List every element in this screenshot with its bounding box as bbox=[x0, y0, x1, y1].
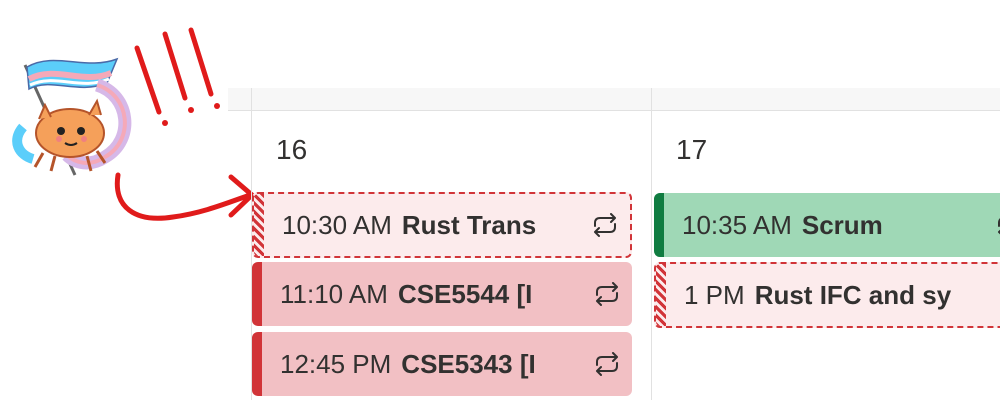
event-title: Rust Trans bbox=[401, 210, 537, 240]
repeat-icon bbox=[594, 213, 616, 237]
repeat-icon bbox=[998, 218, 1000, 235]
repeat-icon bbox=[596, 282, 618, 306]
event-status-bar bbox=[252, 332, 262, 396]
calendar-event[interactable]: 10:35 AM Scrum bbox=[654, 193, 1000, 257]
day-number[interactable]: 16 bbox=[276, 134, 307, 166]
calendar-event[interactable]: 12:45 PM CSE5343 [I bbox=[252, 332, 632, 396]
event-title: Scrum bbox=[801, 210, 883, 240]
event-status-bar bbox=[252, 262, 262, 326]
calendar-week-view: 16 10:30 AM Rust Trans 11:10 AM CSE5544 … bbox=[228, 88, 1000, 400]
calendar-event[interactable]: 1 PM Rust IFC and sy bbox=[654, 262, 1000, 328]
exclamation-marks-doodle bbox=[134, 27, 220, 126]
event-time: 12:45 PM bbox=[280, 349, 392, 379]
event-time: 10:30 AM bbox=[282, 210, 392, 240]
event-time: 10:35 AM bbox=[682, 210, 792, 240]
calendar-event[interactable]: 11:10 AM CSE5544 [I bbox=[252, 262, 632, 326]
column-divider bbox=[651, 88, 652, 400]
event-title: Rust IFC and sy bbox=[754, 280, 952, 310]
event-title: CSE5544 [I bbox=[397, 279, 533, 309]
event-status-bar bbox=[654, 193, 664, 257]
repeat-icon bbox=[596, 352, 618, 376]
event-time: 1 PM bbox=[684, 280, 745, 310]
event-status-bar bbox=[254, 194, 264, 256]
day-number[interactable]: 17 bbox=[676, 134, 707, 166]
event-time: 11:10 AM bbox=[280, 279, 388, 309]
calendar-header-strip bbox=[228, 88, 1000, 111]
event-status-bar bbox=[656, 264, 666, 326]
calendar-event[interactable]: 10:30 AM Rust Trans bbox=[252, 192, 632, 258]
crab-with-flag-icon bbox=[12, 57, 132, 176]
event-title: CSE5343 [I bbox=[401, 349, 536, 379]
